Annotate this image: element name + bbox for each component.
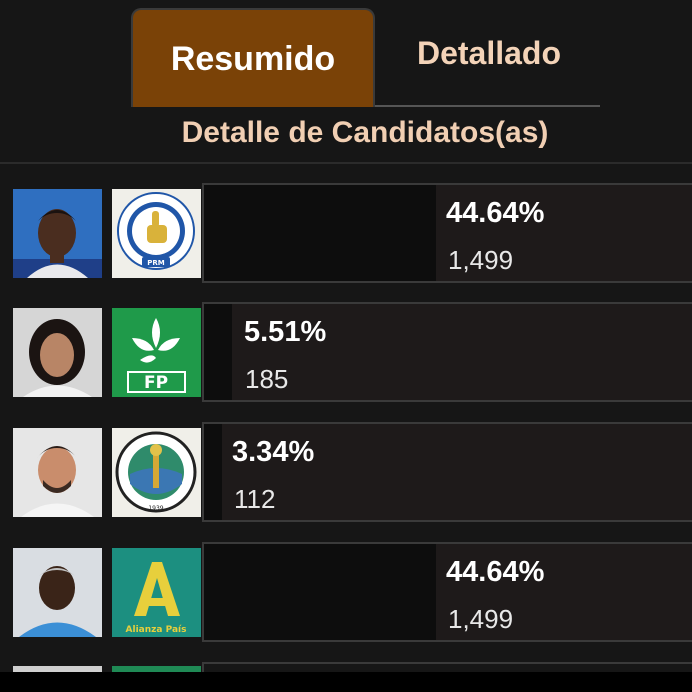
- candidate-photo: [13, 308, 102, 397]
- party-logo-prd: 1939: [112, 428, 201, 517]
- vote-share-fill: [204, 185, 436, 281]
- tab-bar: Resumido Detallado: [0, 0, 692, 108]
- vote-count: 1,499: [448, 245, 514, 275]
- candidate-row-1[interactable]: PRM 44.64% 1,499: [0, 183, 692, 283]
- bottom-edge: [0, 672, 692, 692]
- vote-percent: 3.34%: [232, 436, 315, 468]
- header-separator: [0, 162, 692, 164]
- vote-percent: 44.64%: [446, 556, 545, 588]
- svg-text:FP: FP: [144, 373, 168, 393]
- svg-text:PRM: PRM: [147, 259, 165, 267]
- candidate-row-4[interactable]: Alianza País 44.64% 1,499: [0, 542, 692, 642]
- result-bar: 44.64% 1,499: [202, 542, 692, 642]
- section-title: Detalle de Candidatos(as): [181, 116, 549, 149]
- candidate-row-3[interactable]: 1939 3.34% 112: [0, 422, 692, 522]
- candidate-row-5[interactable]: [0, 662, 692, 672]
- party-logo-alianza-pais: Alianza País: [112, 548, 201, 637]
- vote-count: 112: [234, 484, 276, 514]
- result-bar: 44.64% 1,499: [202, 183, 692, 283]
- svg-text:Alianza País: Alianza País: [126, 625, 187, 635]
- candidate-row-2[interactable]: FP 5.51% 185: [0, 302, 692, 402]
- svg-text:1939: 1939: [148, 505, 163, 512]
- vote-count: 185: [245, 364, 289, 394]
- candidate-photo: [13, 428, 102, 517]
- candidate-photo: [13, 189, 102, 278]
- party-logo-fp: FP: [112, 308, 201, 397]
- result-bar: [202, 662, 692, 672]
- tab-resumido[interactable]: Resumido: [131, 8, 375, 107]
- vote-share-fill: [204, 424, 222, 520]
- vote-percent: 44.64%: [446, 197, 545, 229]
- tab-detallado[interactable]: Detallado: [378, 10, 600, 96]
- candidate-photo: [13, 548, 102, 637]
- vote-percent: 5.51%: [244, 316, 327, 348]
- result-bar: 5.51% 185: [202, 302, 692, 402]
- vote-share-fill: [204, 304, 232, 400]
- party-logo-prm: PRM: [112, 189, 201, 278]
- result-bar: 3.34% 112: [202, 422, 692, 522]
- tab-divider: [375, 105, 600, 107]
- vote-count: 1,499: [448, 604, 514, 634]
- vote-share-fill: [204, 544, 436, 640]
